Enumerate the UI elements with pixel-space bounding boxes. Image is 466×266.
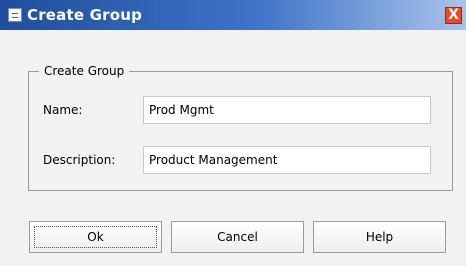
description-field[interactable]: Product Management: [143, 146, 431, 174]
fieldset-legend: Create Group: [39, 63, 130, 79]
help-button[interactable]: Help: [313, 221, 446, 253]
title-bar: Create Group X: [0, 0, 466, 30]
ok-button[interactable]: Ok: [29, 221, 162, 253]
close-button[interactable]: X: [445, 7, 462, 24]
description-label: Description:: [43, 153, 116, 167]
cancel-button-label: Cancel: [217, 230, 258, 244]
focus-indicator: [34, 226, 157, 248]
help-button-label: Help: [365, 230, 394, 244]
dialog-title: Create Group: [27, 6, 143, 24]
cancel-button[interactable]: Cancel: [171, 221, 304, 253]
name-field[interactable]: Prod Mgmt: [143, 96, 431, 124]
name-label: Name:: [43, 103, 83, 117]
dialog-icon: [8, 8, 22, 22]
